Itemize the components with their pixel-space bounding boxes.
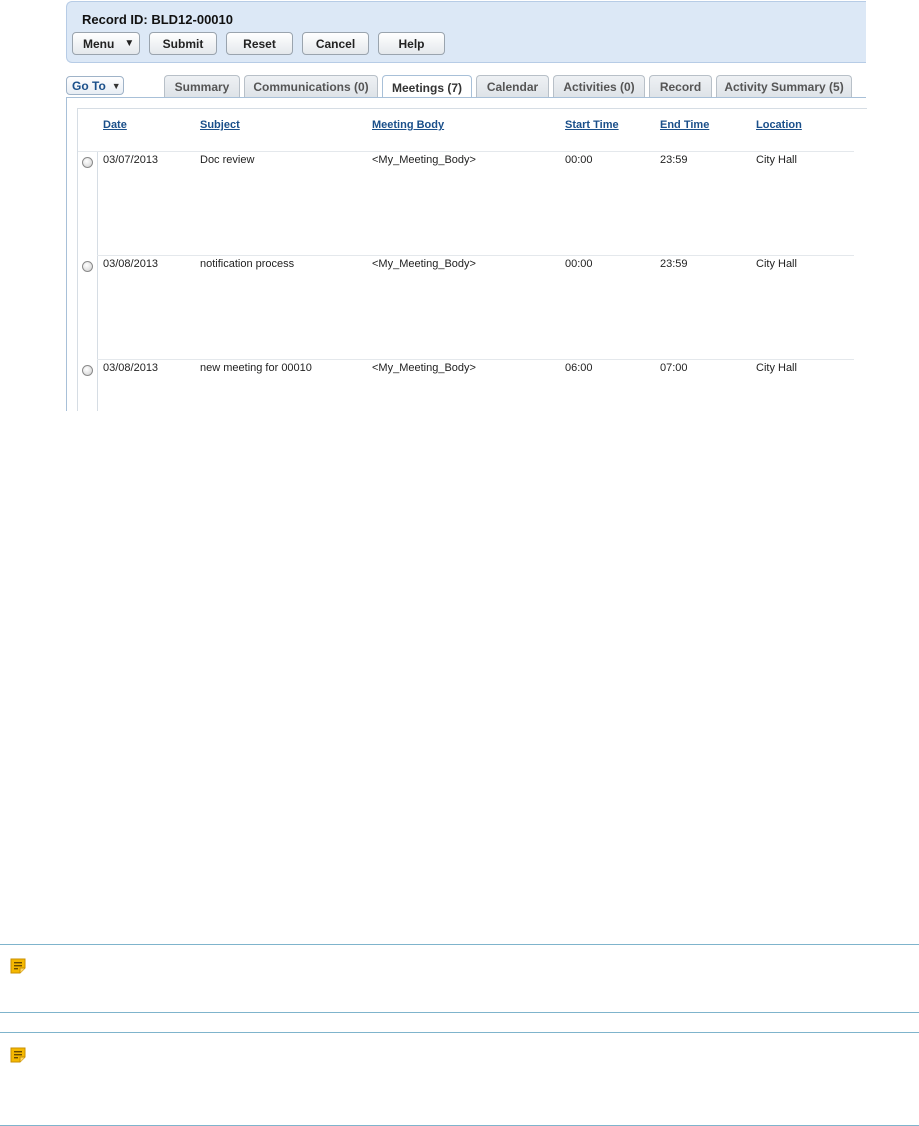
help-button[interactable]: Help xyxy=(378,32,445,55)
cell-end-time: 23:59 xyxy=(660,154,688,166)
cell-date: 03/08/2013 xyxy=(103,258,159,270)
tab-activities[interactable]: Activities (0) xyxy=(553,75,645,98)
row-divider xyxy=(97,359,854,360)
cell-date: 03/08/2013 xyxy=(103,362,159,374)
tab-communications[interactable]: Communications (0) xyxy=(244,75,378,98)
cell-subject: Doc review xyxy=(200,154,255,166)
note-icon xyxy=(10,958,26,974)
cell-end-time: 23:59 xyxy=(660,258,688,270)
tab-summary[interactable]: Summary xyxy=(164,75,240,98)
cell-location: City Hall xyxy=(756,154,797,166)
submit-button[interactable]: Submit xyxy=(149,32,217,55)
row-select-radio[interactable] xyxy=(82,261,93,272)
tab-record[interactable]: Record xyxy=(649,75,712,98)
menu-button[interactable]: Menu ▼ xyxy=(72,32,140,55)
cell-location: City Hall xyxy=(756,362,797,374)
note-icon xyxy=(10,1047,26,1063)
cancel-button[interactable]: Cancel xyxy=(302,32,369,55)
cell-meeting-body: <My_Meeting_Body> xyxy=(372,154,476,166)
cell-start-time: 06:00 xyxy=(565,362,593,374)
column-header-date[interactable]: Date xyxy=(103,119,127,131)
goto-dropdown[interactable]: Go To ▼ xyxy=(66,76,124,95)
action-toolbar: Menu ▼ Submit Reset Cancel Help xyxy=(72,32,454,55)
tab-calendar[interactable]: Calendar xyxy=(476,75,549,98)
chevron-down-icon: ▼ xyxy=(111,80,121,91)
cell-meeting-body: <My_Meeting_Body> xyxy=(372,362,476,374)
selection-column-divider xyxy=(97,152,98,411)
header-divider xyxy=(78,151,854,152)
reset-button[interactable]: Reset xyxy=(226,32,293,55)
cell-location: City Hall xyxy=(756,258,797,270)
tab-activity-summary[interactable]: Activity Summary (5) xyxy=(716,75,852,98)
column-header-end-time[interactable]: End Time xyxy=(660,119,709,131)
cell-date: 03/07/2013 xyxy=(103,154,159,166)
column-header-meeting-body[interactable]: Meeting Body xyxy=(372,119,444,131)
note-top-rule xyxy=(0,1032,919,1033)
menu-button-label: Menu xyxy=(83,36,115,51)
column-header-start-time[interactable]: Start Time xyxy=(565,119,619,131)
record-header: Record ID: BLD12-00010 Menu ▼ Submit Res… xyxy=(66,1,866,63)
goto-label: Go To xyxy=(72,78,106,93)
cell-subject: new meeting for 00010 xyxy=(200,362,312,374)
record-id-title: Record ID: BLD12-00010 xyxy=(82,12,233,27)
note-top-rule xyxy=(0,944,919,945)
column-header-location[interactable]: Location xyxy=(756,119,802,131)
row-select-radio[interactable] xyxy=(82,365,93,376)
note-bottom-rule xyxy=(0,1012,919,1013)
row-select-radio[interactable] xyxy=(82,157,93,168)
row-divider xyxy=(97,255,854,256)
cell-end-time: 07:00 xyxy=(660,362,688,374)
tab-meetings[interactable]: Meetings (7) xyxy=(382,75,472,99)
menu-dropdown-icon: ▼ xyxy=(124,37,135,49)
column-header-subject[interactable]: Subject xyxy=(200,119,240,131)
cell-meeting-body: <My_Meeting_Body> xyxy=(372,258,476,270)
cell-start-time: 00:00 xyxy=(565,258,593,270)
cell-subject: notification process xyxy=(200,258,295,270)
cell-start-time: 00:00 xyxy=(565,154,593,166)
